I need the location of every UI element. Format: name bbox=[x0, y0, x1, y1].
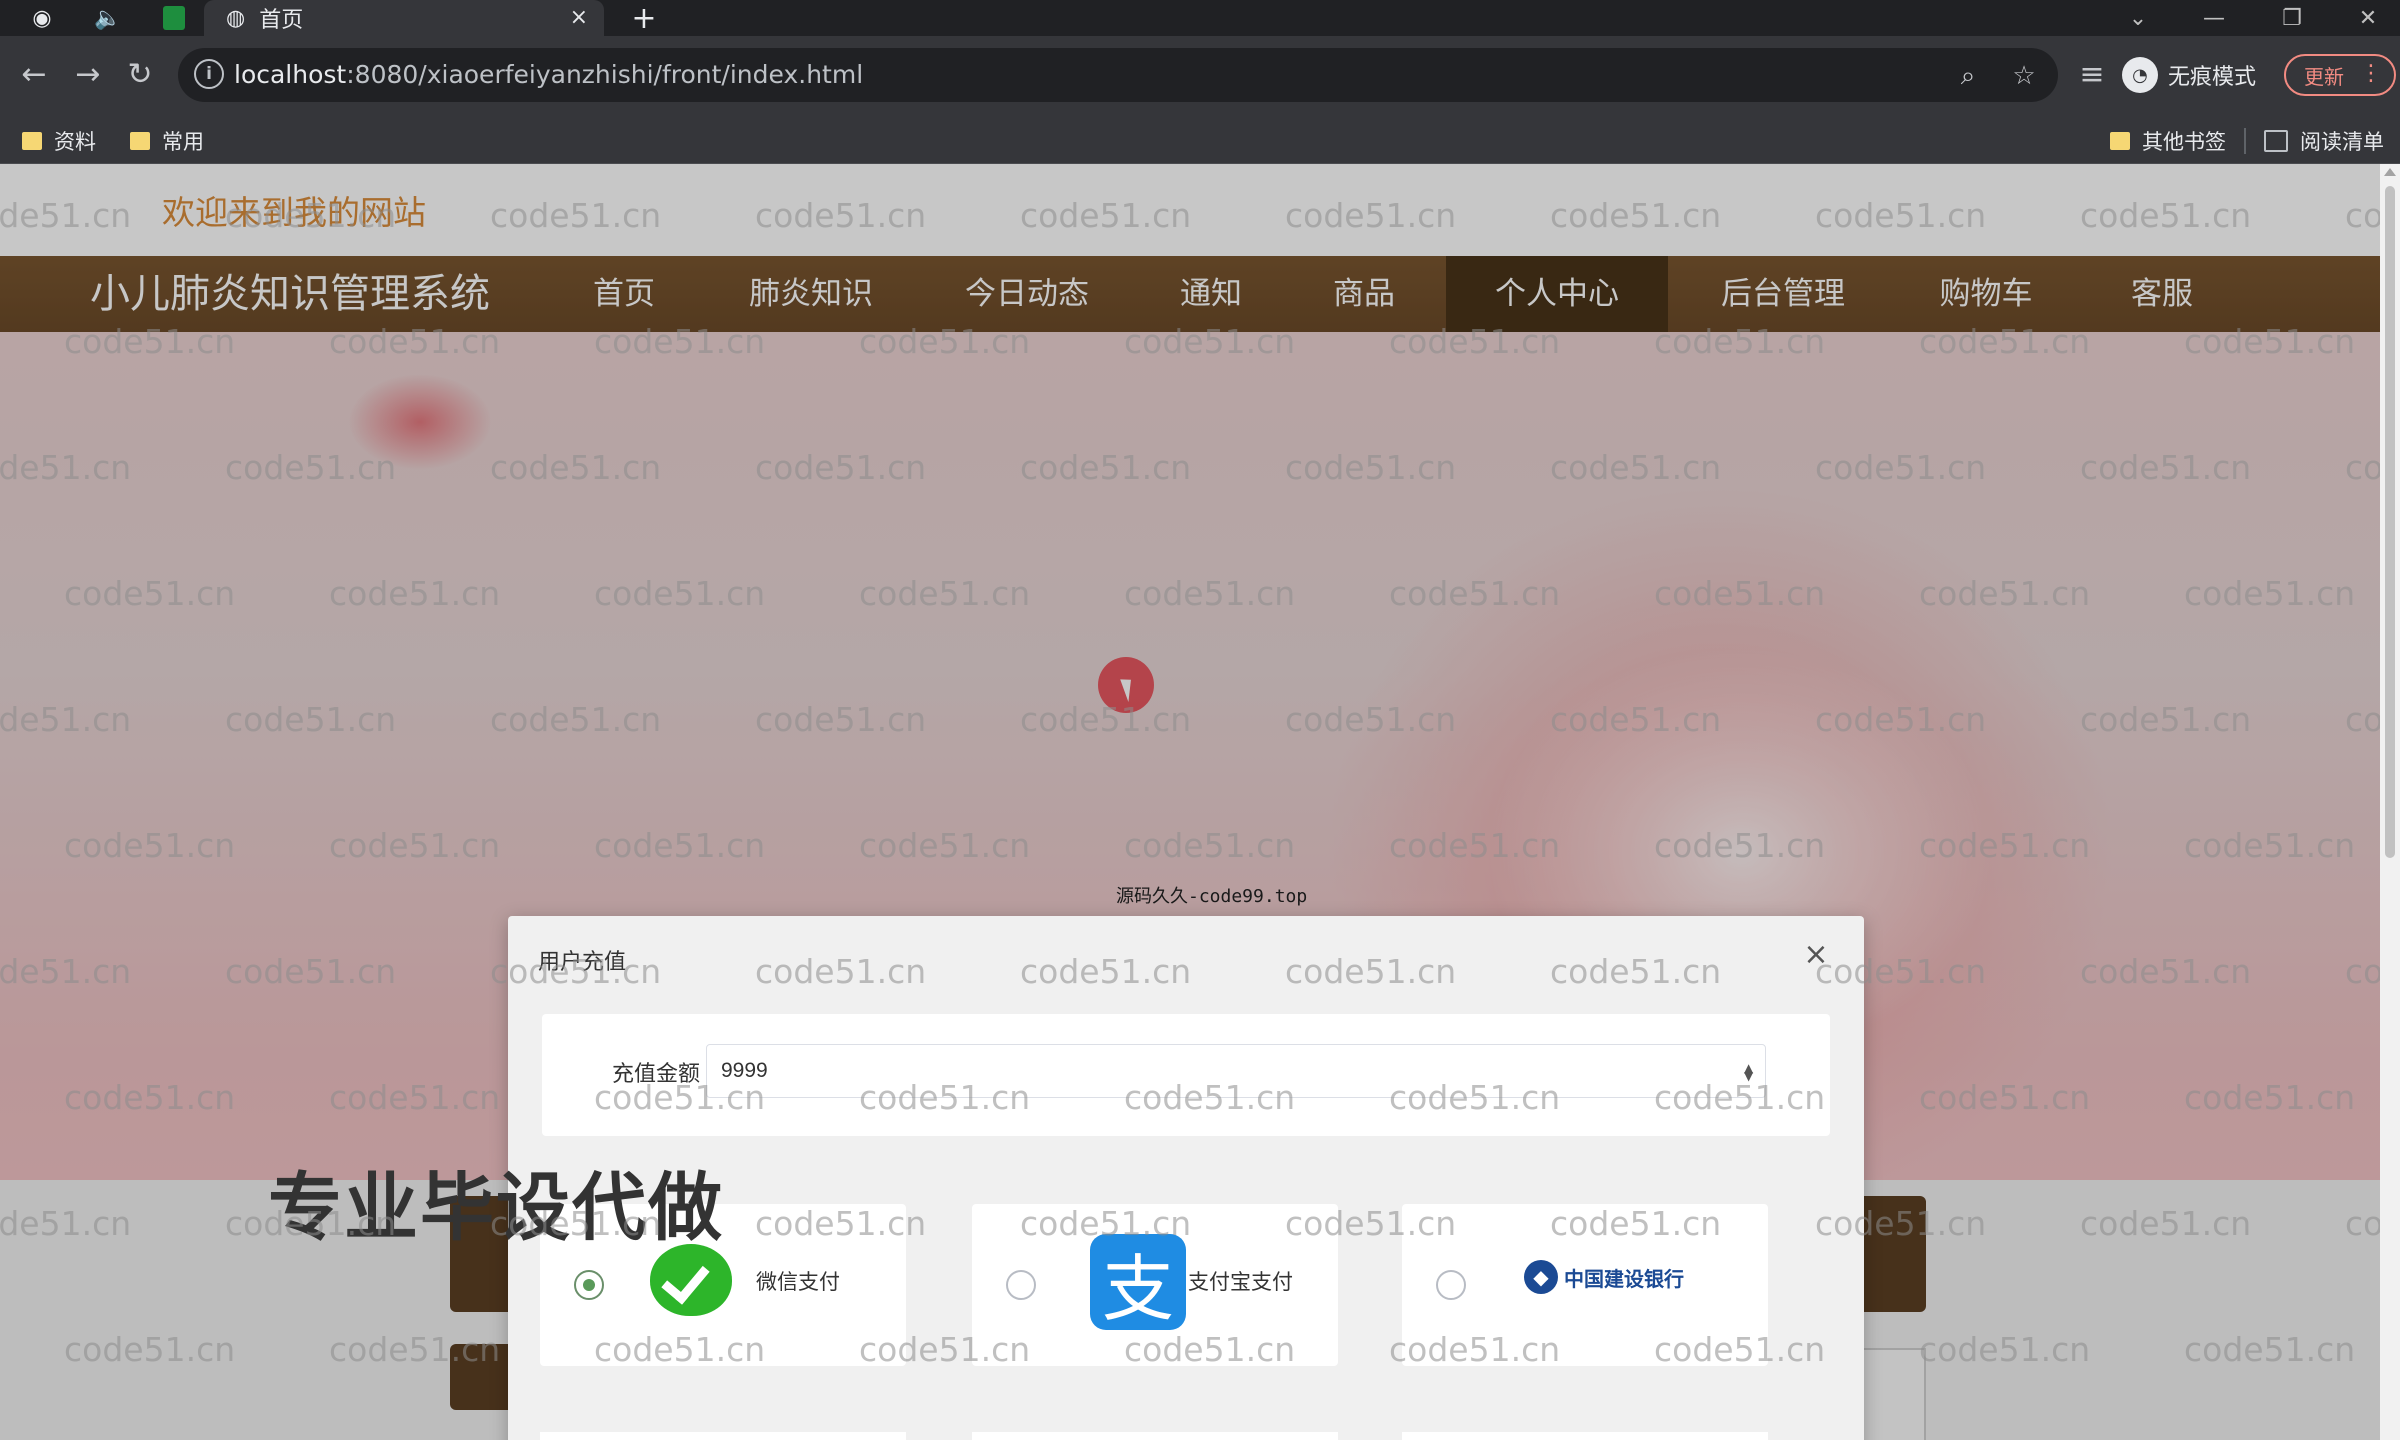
reading-list-icon bbox=[2264, 130, 2288, 152]
payment-option-alipay[interactable]: 支 支付宝支付 bbox=[972, 1204, 1338, 1366]
page-scrollbar[interactable] bbox=[2380, 164, 2400, 1440]
close-window-icon[interactable]: ✕ bbox=[2338, 0, 2398, 36]
reading-list[interactable]: 阅读清单 bbox=[2264, 118, 2384, 164]
amount-panel: 充值金额 ▲▼ bbox=[542, 1014, 1830, 1136]
restore-icon[interactable]: ❐ bbox=[2262, 0, 2322, 36]
radio-wechat[interactable] bbox=[574, 1270, 604, 1300]
radio-ccb[interactable] bbox=[1436, 1270, 1466, 1300]
tab-title: 首页 bbox=[259, 8, 304, 33]
other-bookmarks-label: 其他书签 bbox=[2142, 130, 2226, 154]
mute-tab-icon[interactable]: 🔈 bbox=[80, 0, 136, 36]
payment-option-ccb[interactable]: ◆ 中国建设银行 bbox=[1402, 1204, 1768, 1366]
browser-logo-icon[interactable]: ◉ bbox=[14, 0, 70, 36]
browser-toolbar: ← → ↻ i localhost:8080/xiaoerfeiyanzhish… bbox=[0, 36, 2400, 118]
incognito-label: 无痕模式 bbox=[2168, 65, 2257, 90]
bookmark-label: 资料 bbox=[54, 130, 96, 154]
alipay-icon: 支 bbox=[1090, 1234, 1186, 1331]
reload-icon[interactable]: ↻ bbox=[118, 52, 162, 96]
bookmark-folder[interactable]: 资料 bbox=[22, 118, 96, 164]
bookmarks-bar: 资料 常用 其他书签 阅读清单 bbox=[0, 118, 2400, 164]
tab-close-icon[interactable]: × bbox=[570, 0, 588, 36]
browser-tab-bar: ◉ 🔈 ◍ 首页 × + ⌄ — ❐ ✕ bbox=[0, 0, 2400, 36]
payment-option-row2[interactable] bbox=[540, 1432, 906, 1440]
address-bar[interactable]: i localhost:8080/xiaoerfeiyanzhishi/fron… bbox=[178, 48, 2058, 102]
browser-tab-active[interactable]: ◍ 首页 × bbox=[204, 0, 604, 36]
incognito-icon: ◔ bbox=[2122, 57, 2158, 93]
forward-icon[interactable]: → bbox=[66, 52, 110, 96]
payment-label: 支付宝支付 bbox=[1188, 1270, 1293, 1294]
site-info-icon[interactable]: i bbox=[194, 59, 224, 89]
menu-kebab-icon[interactable]: ⋮ bbox=[2360, 61, 2382, 86]
folder-icon bbox=[2110, 132, 2130, 150]
incognito-indicator[interactable]: ◔ 无痕模式 bbox=[2122, 48, 2272, 102]
ccb-mark-icon: ◆ bbox=[1524, 1260, 1558, 1294]
bookmark-star-icon[interactable]: ☆ bbox=[2004, 56, 2044, 96]
reading-mode-icon[interactable]: ≡ bbox=[2070, 52, 2114, 96]
update-button[interactable]: 更新 ⋮ bbox=[2284, 54, 2396, 96]
number-stepper-icon[interactable]: ▲ ▼ bbox=[1744, 1062, 1753, 1082]
close-icon[interactable]: × bbox=[1794, 932, 1838, 976]
bookmark-divider bbox=[2244, 128, 2246, 154]
zoom-icon[interactable]: ⌕ bbox=[1948, 56, 1988, 96]
bookmark-label: 常用 bbox=[162, 130, 204, 154]
scroll-thumb[interactable] bbox=[2385, 186, 2395, 858]
minimize-icon[interactable]: — bbox=[2184, 0, 2244, 36]
folder-icon bbox=[130, 132, 150, 150]
amount-label: 充值金额 bbox=[611, 1062, 700, 1087]
reading-list-label: 阅读清单 bbox=[2300, 130, 2384, 154]
url-text[interactable]: localhost:8080/xiaoerfeiyanzhishi/front/… bbox=[234, 48, 863, 102]
radio-alipay[interactable] bbox=[1006, 1270, 1036, 1300]
update-label: 更新 bbox=[2304, 64, 2344, 89]
payment-option-row2[interactable] bbox=[1402, 1432, 1768, 1440]
bookmark-folder[interactable]: 常用 bbox=[130, 118, 204, 164]
payment-label: 中国建设银行 bbox=[1564, 1266, 1684, 1291]
scroll-up-icon[interactable] bbox=[2384, 168, 2396, 176]
back-icon[interactable]: ← bbox=[12, 52, 56, 96]
promo-overlay-text: 专业毕设代做 bbox=[268, 1165, 724, 1251]
other-bookmarks[interactable]: 其他书签 bbox=[2110, 118, 2226, 164]
payment-option-row2[interactable] bbox=[972, 1432, 1338, 1440]
sheet-tab-icon[interactable] bbox=[146, 0, 202, 36]
dialog-title: 用户充值 bbox=[538, 950, 627, 975]
tab-search-icon[interactable]: ⌄ bbox=[2108, 0, 2168, 36]
payment-label: 微信支付 bbox=[756, 1270, 840, 1294]
new-tab-button[interactable]: + bbox=[620, 0, 668, 36]
folder-icon bbox=[22, 132, 42, 150]
ccb-bank-icon: ◆ 中国建设银行 bbox=[1524, 1260, 1684, 1294]
globe-icon: ◍ bbox=[226, 5, 246, 31]
amount-input[interactable] bbox=[706, 1044, 1766, 1098]
